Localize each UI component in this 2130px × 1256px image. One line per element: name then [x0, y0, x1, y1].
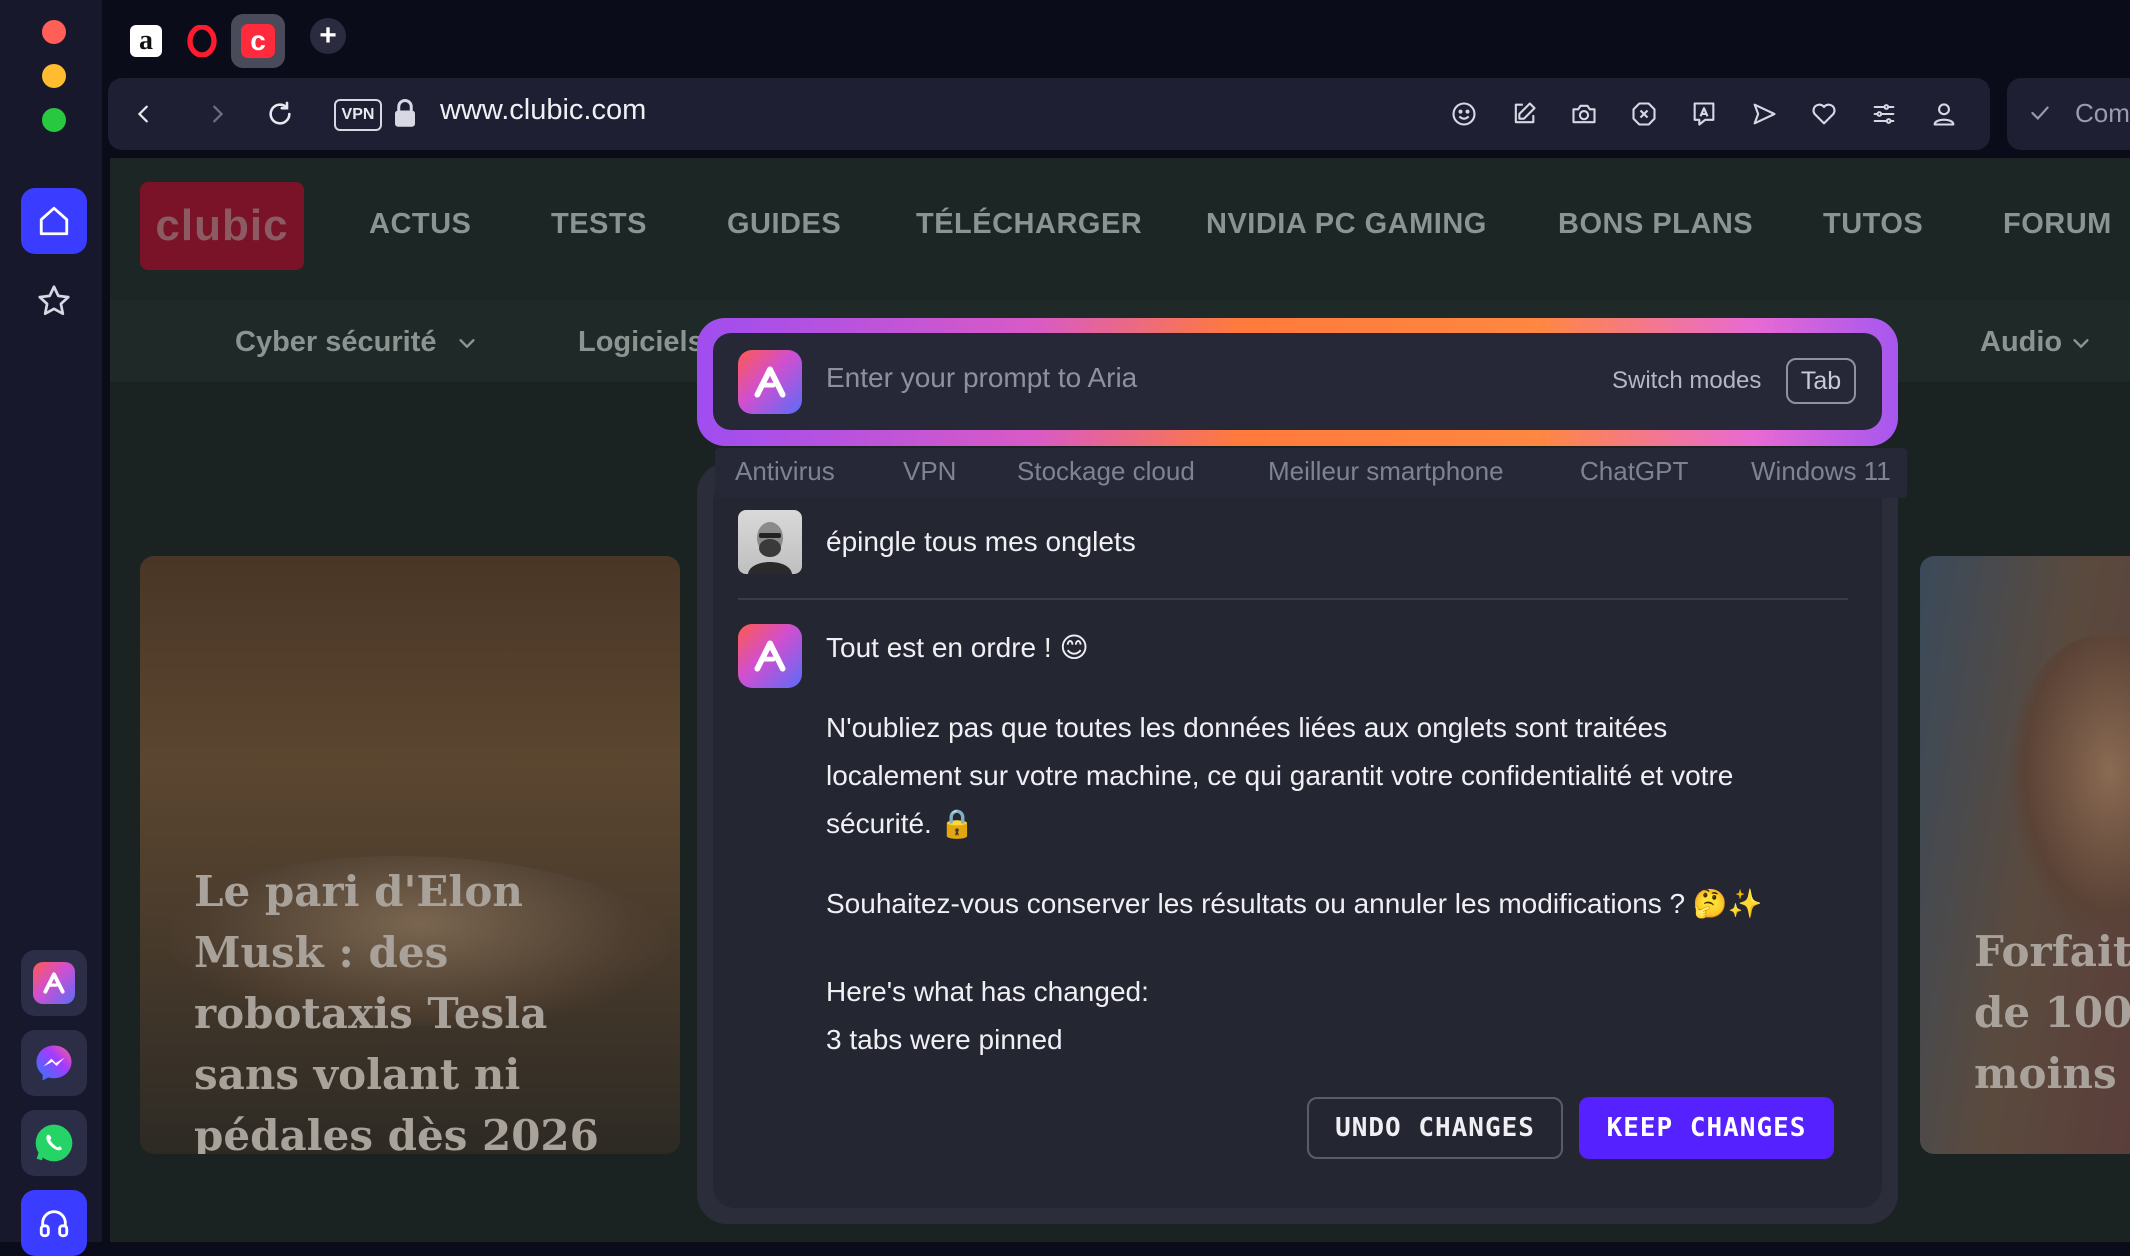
nav-telecharger[interactable]: TÉLÉCHARGER [916, 208, 1142, 241]
nav-tutos[interactable]: TUTOS [1823, 208, 1923, 241]
article-card-forfait[interactable]: Forfait I de 100 G moins d [1920, 556, 2130, 1154]
chevron-left-icon [133, 103, 155, 125]
chip-stockage-cloud[interactable]: Stockage cloud [1017, 456, 1195, 487]
aria-reply-privacy-line2: localement sur votre machine, ce qui gar… [826, 760, 1734, 791]
whatsapp-icon [32, 1121, 76, 1165]
forward-button[interactable] [199, 96, 235, 132]
edit-button[interactable] [1506, 96, 1542, 132]
message-divider [738, 598, 1848, 600]
emoji-button[interactable] [1446, 96, 1482, 132]
star-icon [36, 283, 72, 319]
messenger-sidebar-button[interactable] [21, 1030, 87, 1096]
url-field[interactable]: www.clubic.com [440, 94, 646, 127]
minimize-window-button[interactable] [42, 64, 66, 88]
nav-forum[interactable]: FORUM [2003, 208, 2112, 241]
snapshot-button[interactable] [1566, 96, 1602, 132]
subnav-logiciels[interactable]: Logiciels [578, 326, 704, 359]
shield-x-icon [1630, 100, 1658, 128]
heart-icon [1809, 100, 1839, 128]
messenger-icon [33, 1042, 75, 1084]
chip-vpn[interactable]: VPN [903, 456, 956, 487]
nav-nvidia[interactable]: NVIDIA PC GAMING [1206, 208, 1487, 241]
edit-icon [1510, 100, 1538, 128]
lock-icon[interactable] [392, 98, 418, 128]
clubic-icon: c [241, 24, 275, 58]
opera-icon [186, 25, 218, 57]
person-image [2010, 636, 2130, 936]
tab-opera[interactable] [175, 14, 229, 68]
home-icon [37, 204, 71, 238]
whatsapp-sidebar-button[interactable] [21, 1110, 87, 1176]
bookmarks-button[interactable] [21, 268, 87, 334]
clubic-logo[interactable]: clubic [140, 182, 304, 270]
smile-icon [1450, 100, 1478, 128]
subnav-audio[interactable]: Audio [1980, 326, 2062, 359]
check-icon [2027, 100, 2053, 126]
headphones-icon [37, 1206, 71, 1240]
amazon-icon: a [130, 25, 162, 57]
user-icon [1930, 100, 1958, 128]
aria-reply-intro: Tout est en ordre ! 😊 [826, 632, 1089, 663]
aria-reply-question: Souhaitez-vous conserver les résultats o… [826, 888, 1763, 919]
translate-button[interactable] [1686, 96, 1722, 132]
article-title-tesla: Le pari d'Elon Musk : des robotaxis Tesl… [194, 867, 599, 1154]
side-panel-label: Comp [2075, 98, 2130, 128]
subnav-cyber-label: Cyber sécurité [235, 326, 437, 358]
chip-meilleur-smartphone[interactable]: Meilleur smartphone [1268, 456, 1504, 487]
aria-logo-icon [738, 350, 802, 414]
article-card-tesla[interactable]: Le pari d'Elon Musk : des robotaxis Tesl… [140, 556, 680, 1154]
keep-changes-button[interactable]: KEEP CHANGES [1579, 1097, 1834, 1159]
chevron-down-icon [456, 332, 478, 354]
back-button[interactable] [126, 96, 162, 132]
changes-heading: Here's what has changed: [826, 976, 1149, 1007]
aria-reply-privacy-line3: sécurité. 🔒 [826, 808, 975, 839]
chip-chatgpt[interactable]: ChatGPT [1580, 456, 1688, 487]
send-icon [1750, 100, 1778, 128]
user-avatar [738, 510, 802, 574]
flow-button[interactable] [1746, 96, 1782, 132]
reload-button[interactable] [262, 96, 298, 132]
nav-guides[interactable]: GUIDES [727, 208, 841, 241]
chip-antivirus[interactable]: Antivirus [735, 456, 835, 487]
reload-icon [266, 100, 294, 128]
user-message: épingle tous mes onglets [826, 526, 1136, 557]
music-sidebar-button[interactable] [21, 1190, 87, 1256]
subnav-cyber[interactable]: Cyber sécurité [235, 326, 437, 359]
tab-clubic-active[interactable]: c [231, 14, 285, 68]
nav-actus[interactable]: ACTUS [369, 208, 471, 241]
profile-button[interactable] [1926, 96, 1962, 132]
home-button[interactable] [21, 188, 87, 254]
nav-tests[interactable]: TESTS [551, 208, 647, 241]
aria-icon [33, 962, 75, 1004]
camera-icon [1569, 100, 1599, 128]
article-title-forfait: Forfait I de 100 G moins d [1974, 927, 2130, 1098]
nav-bons-plans[interactable]: BONS PLANS [1558, 208, 1753, 241]
changes-detail: 3 tabs were pinned [826, 1024, 1063, 1055]
switch-modes-label: Switch modes [1612, 367, 1762, 394]
browser-sidebar [0, 0, 102, 1256]
maximize-window-button[interactable] [42, 108, 66, 132]
chevron-down-icon [2070, 332, 2092, 354]
new-tab-button[interactable]: + [310, 18, 346, 54]
side-panel-toggle[interactable]: Comp [2007, 78, 2130, 150]
adblock-button[interactable] [1626, 96, 1662, 132]
aria-reply-privacy-line1: N'oubliez pas que toutes les données lié… [826, 712, 1668, 743]
chevron-right-icon [206, 103, 228, 125]
tab-key-button[interactable]: Tab [1786, 358, 1856, 404]
aria-avatar-icon [738, 624, 802, 688]
undo-changes-button[interactable]: UNDO CHANGES [1307, 1097, 1563, 1159]
close-window-button[interactable] [42, 20, 66, 44]
settings-sliders-icon [1870, 100, 1898, 128]
vpn-badge[interactable]: VPN [334, 99, 382, 131]
translate-icon [1690, 100, 1718, 128]
aria-prompt-input[interactable]: Enter your prompt to Aria [826, 362, 1526, 402]
tab-amazon[interactable]: a [119, 14, 173, 68]
easy-setup-button[interactable] [1866, 96, 1902, 132]
favorites-button[interactable] [1806, 96, 1842, 132]
aria-sidebar-button[interactable] [21, 950, 87, 1016]
chip-windows-11[interactable]: Windows 11 [1751, 456, 1891, 487]
